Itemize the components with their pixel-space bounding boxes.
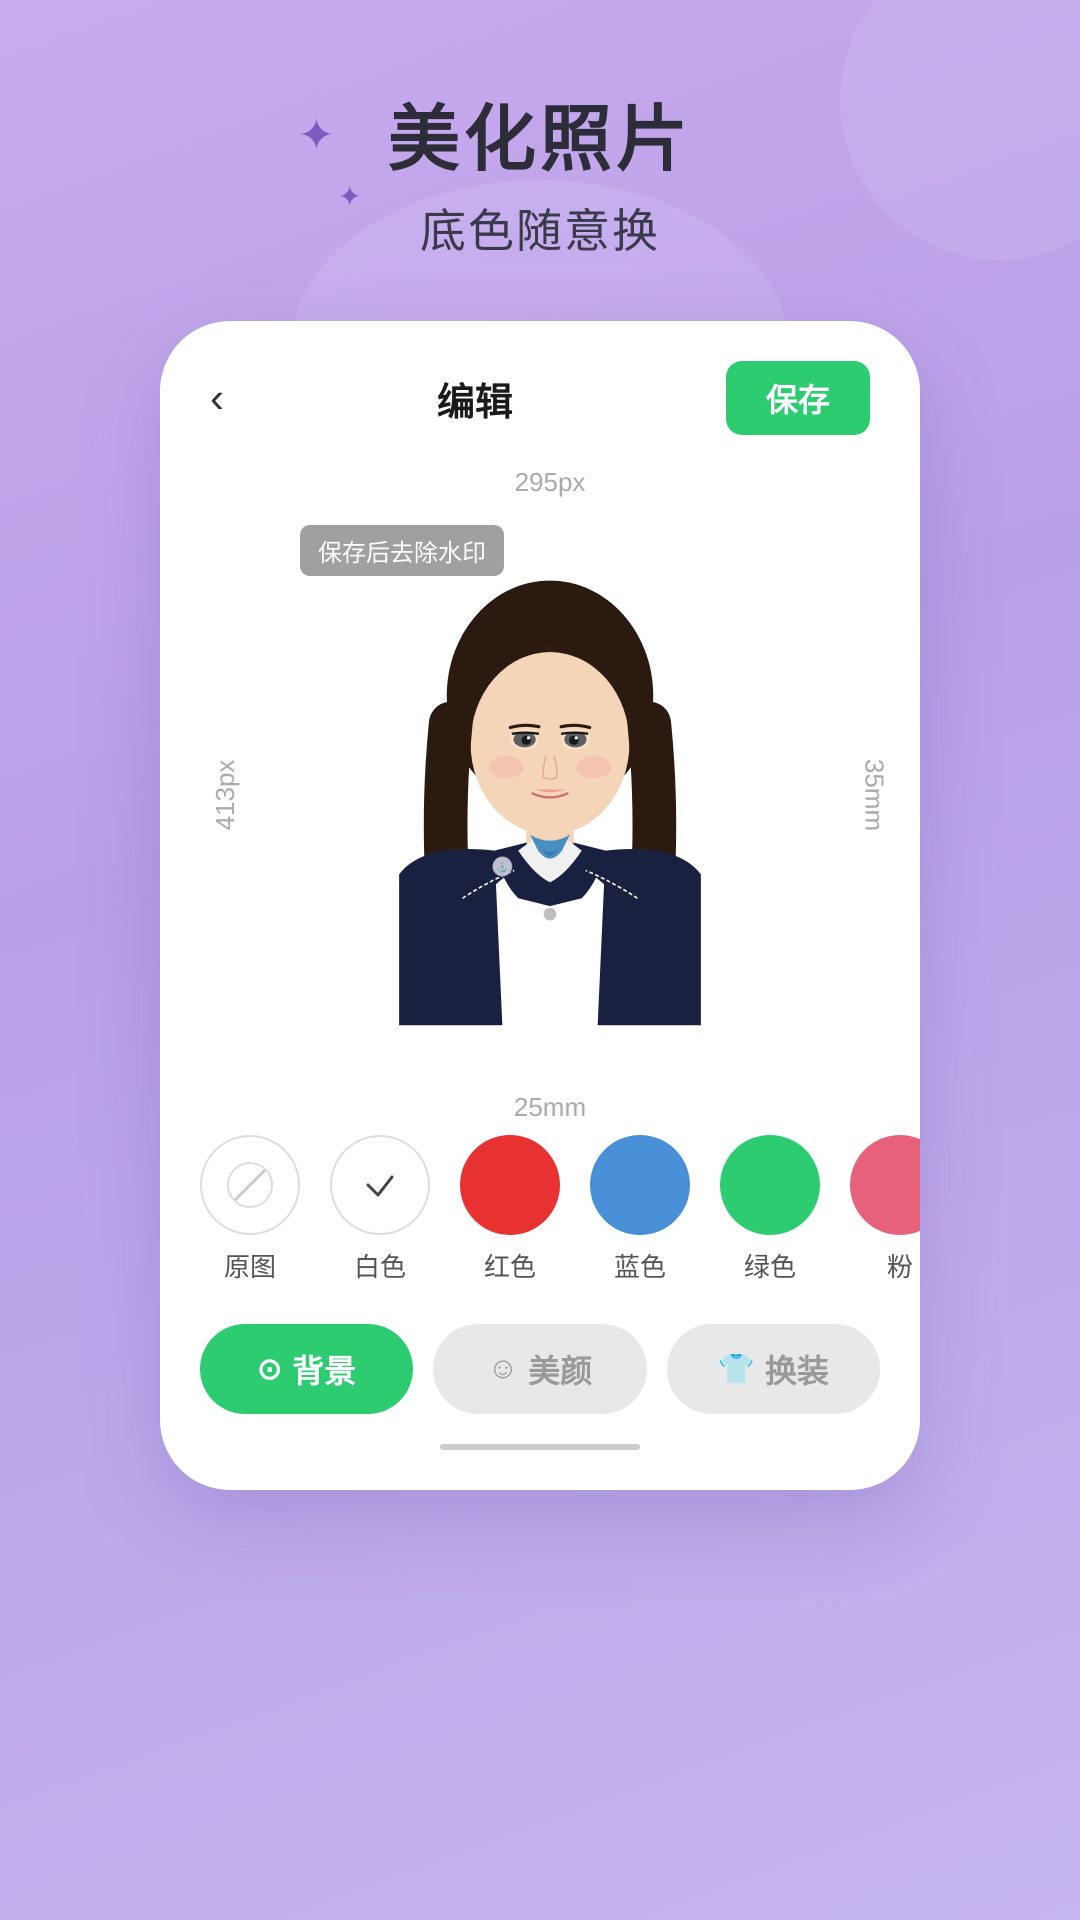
header-area: ✦ ✦ 美化照片 底色随意换 [388, 80, 692, 261]
phone-header: ‹ 编辑 保存 [160, 321, 920, 455]
tab-icon-background: ⊙ [257, 1352, 282, 1387]
photo-wrapper: 295px 413px 35mm 25mm 保存后去除水印 [240, 505, 860, 1085]
color-circle-white[interactable] [330, 1135, 430, 1235]
sparkle-star-small: ✦ [338, 180, 361, 213]
screen-title: 编辑 [437, 371, 513, 426]
tab-button-background[interactable]: ⊙ 背景 [200, 1324, 413, 1414]
home-indicator [440, 1444, 640, 1450]
tab-button-beauty[interactable]: ☺ 美颜 [433, 1324, 646, 1414]
color-picker-row: 原图 白色 红色 蓝色 绿色 粉 [160, 1135, 920, 1284]
color-circle-green[interactable] [720, 1135, 820, 1235]
photo-container: 保存后去除水印 [280, 505, 820, 1085]
watermark-badge: 保存后去除水印 [300, 525, 504, 576]
phone-mockup: ‹ 编辑 保存 295px 413px 35mm 25mm 保存后去除水印 [160, 321, 920, 1490]
color-circle-red[interactable] [460, 1135, 560, 1235]
height-label: 413px [210, 760, 241, 831]
save-button[interactable]: 保存 [726, 361, 870, 435]
color-circle-blue[interactable] [590, 1135, 690, 1235]
bottom-mm-label: 25mm [514, 1092, 586, 1123]
color-item-white[interactable]: 白色 [330, 1135, 430, 1284]
tab-icon-outfit: 👕 [718, 1352, 755, 1387]
tab-label-beauty: 美颜 [528, 1346, 592, 1392]
color-label-white: 白色 [354, 1247, 406, 1284]
color-item-red[interactable]: 红色 [460, 1135, 560, 1284]
color-label-red: 红色 [484, 1247, 536, 1284]
color-circle-pink[interactable] [850, 1135, 920, 1235]
right-mm-label: 35mm [858, 759, 889, 831]
width-label: 295px [515, 467, 586, 498]
tab-label-outfit: 换装 [765, 1346, 829, 1392]
color-item-blue[interactable]: 蓝色 [590, 1135, 690, 1284]
tab-label-background: 背景 [292, 1346, 356, 1392]
color-label-pink: 粉 [887, 1247, 913, 1284]
svg-text:⚓: ⚓ [496, 861, 508, 873]
photo-area: ⚓ [280, 505, 820, 1085]
color-item-green[interactable]: 绿色 [720, 1135, 820, 1284]
color-circle-original[interactable] [200, 1135, 300, 1235]
color-label-green: 绿色 [744, 1247, 796, 1284]
color-label-original: 原图 [224, 1247, 276, 1284]
back-button[interactable]: ‹ [210, 374, 224, 422]
tab-button-outfit[interactable]: 👕 换装 [667, 1324, 880, 1414]
tab-icon-beauty: ☺ [488, 1352, 519, 1386]
person-svg: ⚓ [280, 505, 820, 1085]
color-item-pink[interactable]: 粉 [850, 1135, 920, 1284]
color-item-original[interactable]: 原图 [200, 1135, 300, 1284]
page-title: 美化照片 [388, 80, 692, 185]
color-label-blue: 蓝色 [614, 1247, 666, 1284]
bottom-tabs: ⊙ 背景 ☺ 美颜 👕 换装 [160, 1294, 920, 1414]
sparkle-star-large: ✦ [298, 110, 335, 161]
bg-blob-top-right [840, 0, 1080, 260]
page-subtitle: 底色随意换 [388, 195, 692, 261]
